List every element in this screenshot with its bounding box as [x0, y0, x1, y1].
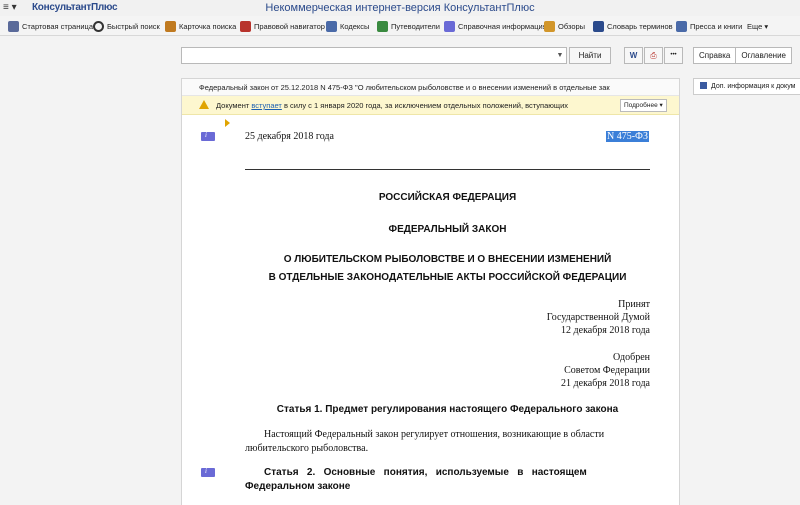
law-title-line2: В ОТДЕЛЬНЫЕ ЗАКОНОДАТЕЛЬНЫЕ АКТЫ РОССИЙС… — [268, 272, 627, 283]
document-number: N 475-ФЗ — [606, 131, 649, 142]
right-tabs: Справка Оглавление — [693, 47, 792, 64]
details-button[interactable]: Подробнее ▾ — [620, 99, 667, 112]
info-marker-icon[interactable] — [201, 131, 215, 141]
more-icon: ••• — [670, 52, 677, 58]
document-header: Федеральный закон от 25.12.2018 N 475-ФЗ… — [182, 79, 679, 96]
document-view[interactable]: Федеральный закон от 25.12.2018 N 475-ФЗ… — [181, 78, 680, 505]
toolbar-search-card[interactable]: Карточка поиска — [165, 19, 236, 33]
document-date: 25 декабря 2018 года — [245, 131, 334, 142]
info-marker-icon[interactable] — [201, 467, 215, 477]
toolbar-legal-navigator[interactable]: Правовой навигатор — [240, 19, 325, 33]
reference-icon — [444, 20, 455, 32]
approved-line2: Советом Федерации — [564, 365, 650, 376]
find-button[interactable]: Найти — [569, 47, 611, 64]
toolbar-start-page[interactable]: Стартовая страница — [8, 19, 93, 33]
main-toolbar: Стартовая страница Быстрый поиск Карточк… — [0, 16, 800, 36]
heading-federation: РОССИЙСКАЯ ФЕДЕРАЦИЯ — [378, 192, 517, 203]
info-icon — [700, 82, 707, 89]
export-word-button[interactable]: W — [624, 47, 643, 64]
adopted-line3: 12 декабря 2018 года — [561, 325, 650, 336]
guides-icon — [377, 20, 388, 32]
tab-contents[interactable]: Оглавление — [735, 47, 792, 64]
search-card-icon — [165, 20, 176, 32]
status-warning-bar: Документ вступает в силу с 1 января 2020… — [182, 96, 679, 115]
print-icon: ⎙ — [650, 51, 657, 60]
print-button[interactable]: ⎙ — [644, 47, 663, 64]
navigator-icon — [240, 20, 251, 32]
codes-icon — [326, 20, 337, 32]
title-bar: ≡ ▾ КонсультантПлюс Некоммерческая интер… — [0, 0, 800, 17]
article2-title-line1: Статья 2. Основные понятия, используемые… — [264, 467, 587, 478]
effective-date-link[interactable]: вступает — [251, 101, 282, 110]
chevron-down-icon: ▼ — [556, 52, 564, 59]
toolbar-reference-info[interactable]: Справочная информация — [444, 19, 547, 33]
approved-line1: Одобрен — [612, 352, 650, 363]
search-icon — [93, 20, 104, 32]
law-title-line1: О ЛЮБИТЕЛЬСКОМ РЫБОЛОВСТВЕ И О ВНЕСЕНИИ … — [283, 254, 612, 265]
home-icon — [8, 20, 19, 32]
search-history-dropdown[interactable]: ▼ — [554, 47, 567, 64]
warning-icon — [199, 100, 209, 109]
toolbar-codes[interactable]: Кодексы — [326, 19, 369, 33]
toolbar-quick-search[interactable]: Быстрый поиск — [93, 19, 160, 33]
window-title: Некоммерческая интернет-версия Консульта… — [265, 2, 535, 14]
toolbar-reviews[interactable]: Обзоры — [544, 19, 585, 33]
article2-title-line2: Федеральном законе — [245, 481, 351, 492]
reviews-icon — [544, 20, 555, 32]
more-actions-button[interactable]: ••• — [664, 47, 683, 64]
toolbar-more[interactable]: Еще ▾ — [747, 19, 768, 33]
search-input[interactable] — [181, 47, 555, 64]
adopted-line1: Принят — [618, 299, 650, 310]
article1-title: Статья 1. Предмет регулирования настояще… — [276, 404, 619, 415]
tab-help[interactable]: Справка — [693, 47, 737, 64]
toolbar-press[interactable]: Пресса и книги — [676, 19, 742, 33]
marker-arrow-icon — [225, 119, 230, 127]
divider — [245, 169, 650, 170]
approved-line3: 21 декабря 2018 года — [561, 378, 650, 389]
article1-text-line2: любительского рыболовства. — [245, 443, 369, 454]
adopted-line2: Государственной Думой — [546, 312, 650, 323]
dictionary-icon — [593, 20, 604, 32]
article1-text-line1: Настоящий Федеральный закон регулирует о… — [264, 429, 605, 440]
toolbar-dictionary[interactable]: Словарь терминов — [593, 19, 673, 33]
additional-info-item[interactable]: Доп. информация к докум — [693, 78, 800, 95]
toolbar-guides[interactable]: Путеводители — [377, 19, 440, 33]
press-icon — [676, 20, 687, 32]
heading-law-type: ФЕДЕРАЛЬНЫЙ ЗАКОН — [388, 224, 507, 235]
word-icon: W — [629, 51, 638, 60]
